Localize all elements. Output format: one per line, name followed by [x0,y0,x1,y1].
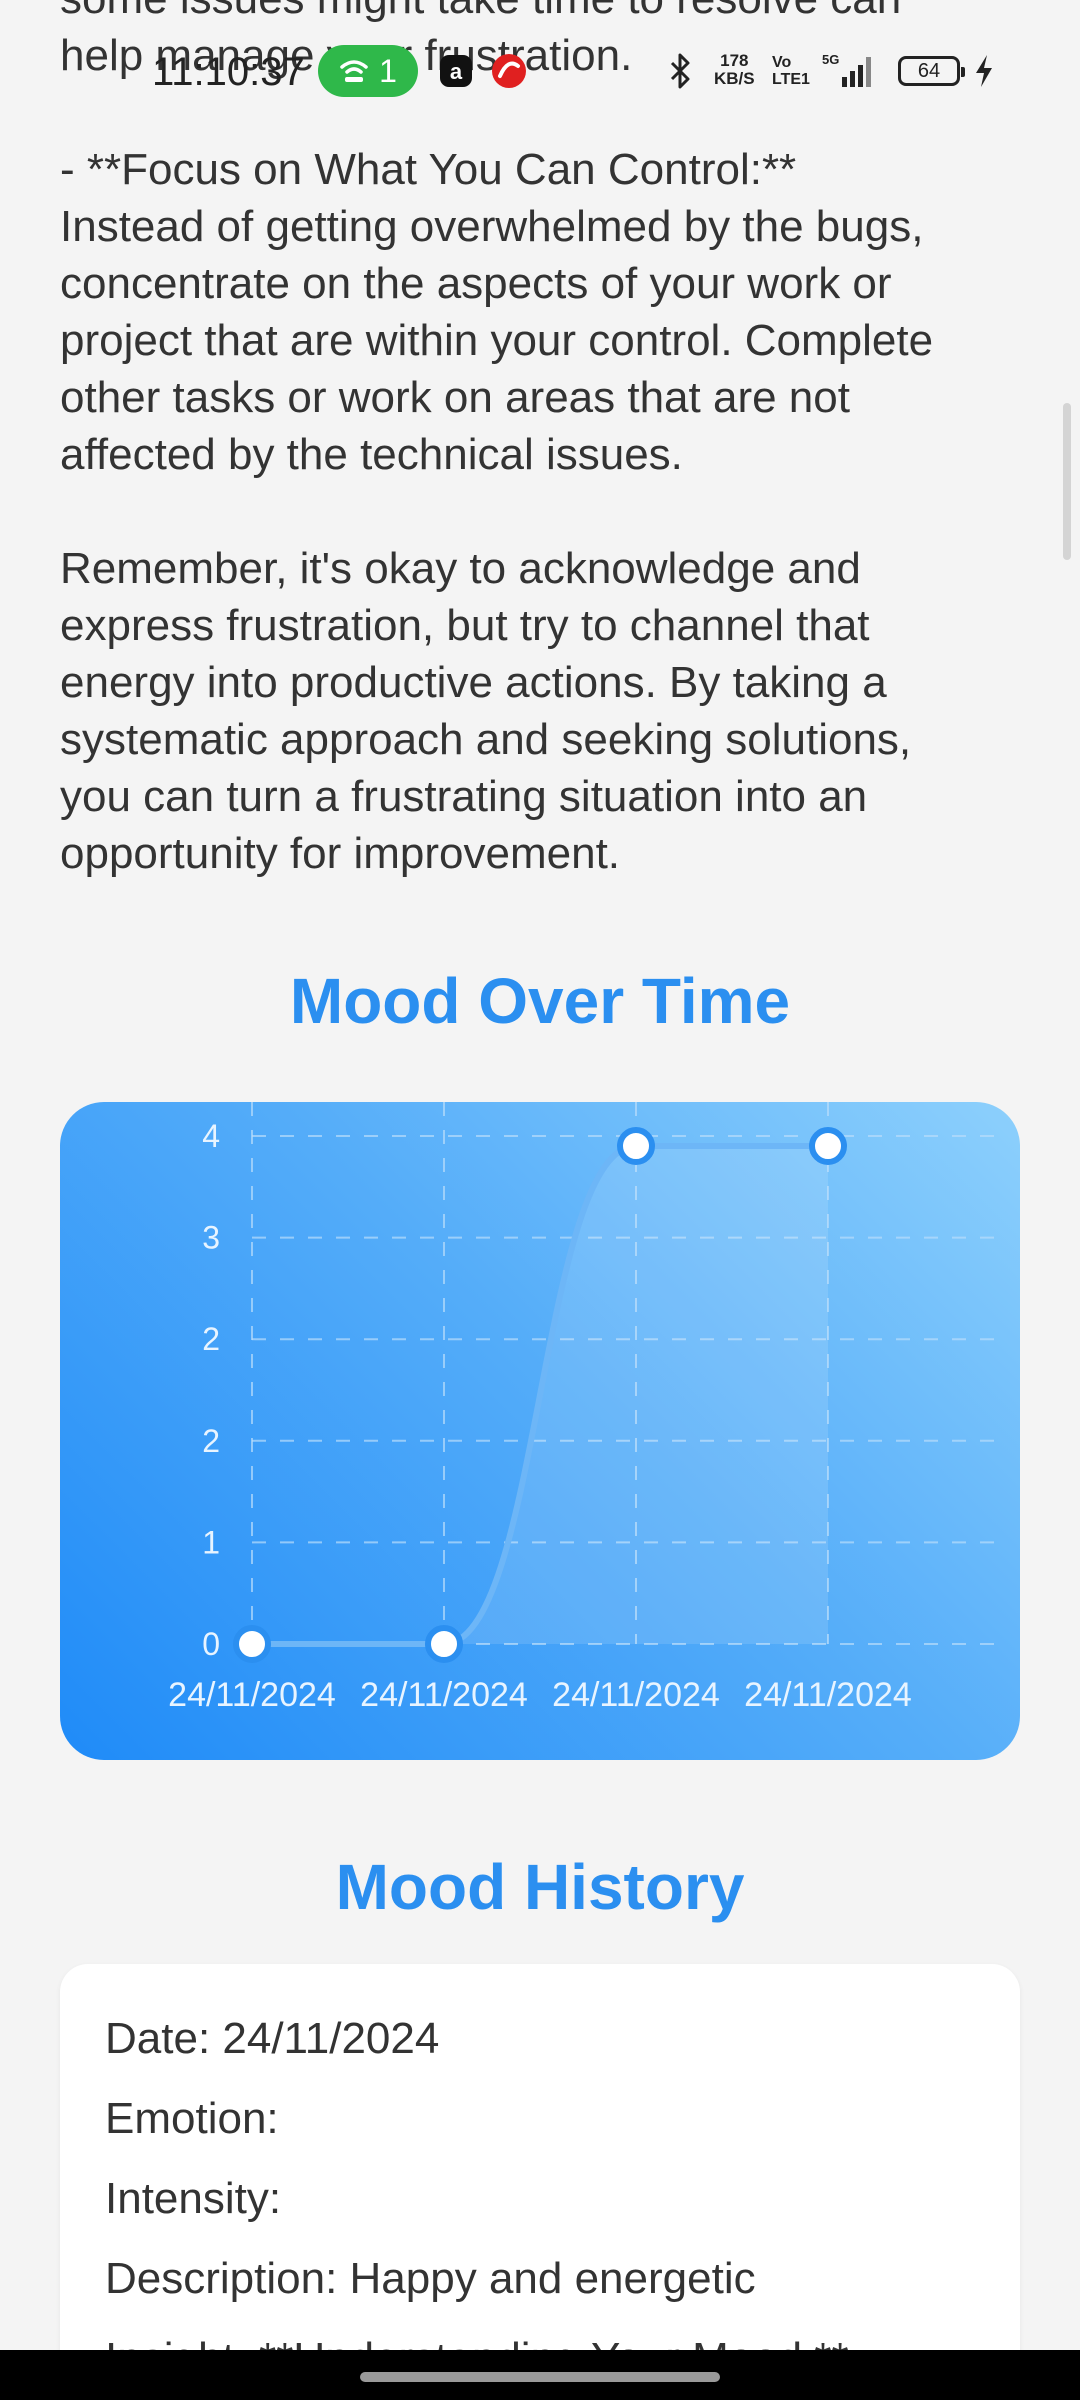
mood-history-card[interactable]: Date: 24/11/2024 Emotion: Intensity: Des… [60,1964,1020,2400]
y-tick-label: 1 [202,1524,220,1560]
article-partial-line-1: some issues might take time to resolve c… [60,0,1030,27]
x-tick-label: 24/11/2024 [744,1676,912,1714]
article-content: some issues might take time to resolve c… [60,0,1030,882]
closing-paragraph: Remember, it's okay to acknowledge and e… [60,544,912,878]
y-tick-label: 2 [202,1423,220,1459]
history-date: Date: 24/11/2024 [105,2014,440,2063]
focus-paragraph: - **Focus on What You Can Control:** Ins… [60,145,934,479]
mood-line-chart: 0 1 2 2 3 4 24/11/2024 24/11/2024 24/11/2024 24/1… [168,1102,1000,1714]
history-emotion: Emotion: [105,2094,279,2143]
data-point [425,1625,463,1663]
home-gesture-handle[interactable] [360,2372,720,2382]
x-tick-label: 24/11/2024 [360,1676,528,1714]
y-tick-label: 3 [202,1220,220,1256]
data-point [809,1127,847,1165]
y-tick-label: 4 [202,1118,220,1154]
scrollbar-thumb[interactable] [1063,403,1071,560]
mood-history-title: Mood History [335,1851,745,1923]
history-description: Description: Happy and energetic [105,2254,756,2303]
mood-chart-card: 0 1 2 2 3 4 24/11/2024 24/11/2024 24/11/2024 24/1… [60,1102,1020,1760]
data-point [617,1127,655,1165]
data-point [233,1625,271,1663]
y-tick-label: 2 [202,1321,220,1357]
article-partial-line-2: help manage your frustration. [60,31,633,80]
x-tick-label: 24/11/2024 [552,1676,720,1714]
x-tick-label: 24/11/2024 [168,1676,336,1714]
y-tick-label: 0 [202,1626,220,1662]
history-intensity: Intensity: [105,2174,282,2223]
screen: some issues might take time to resolve c… [0,0,1080,2400]
mood-chart-title: Mood Over Time [289,965,791,1037]
